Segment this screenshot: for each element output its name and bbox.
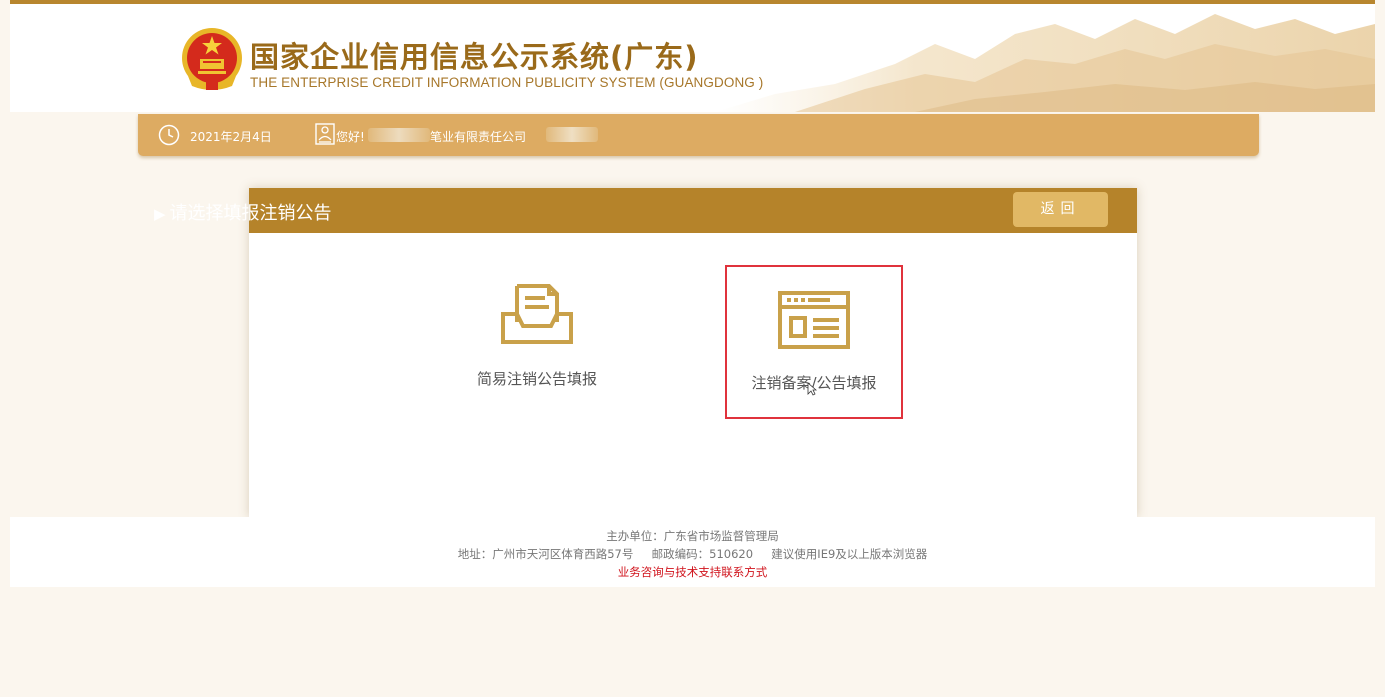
info-bar: 2021年2月4日 您好! 笔业有限责任公司 bbox=[138, 114, 1259, 156]
notice-board-icon bbox=[778, 291, 850, 349]
current-date: 2021年2月4日 bbox=[190, 130, 272, 144]
site-title: 国家企业信用信息公示系统(广东) bbox=[250, 40, 699, 74]
panel-header: 返回 bbox=[249, 188, 1137, 233]
site-footer: 主办单位：广东省市场监督管理局 地址：广州市天河区体育西路57号 邮政编码：51… bbox=[10, 517, 1375, 587]
notice-selection-panel: 返回 简易注销公告填报 注销备案/公告填报 bbox=[249, 188, 1137, 517]
national-emblem-icon bbox=[182, 28, 242, 90]
back-button[interactable]: 返回 bbox=[1013, 192, 1108, 227]
footer-sponsor: 主办单位：广东省市场监督管理局 bbox=[606, 529, 779, 543]
site-subtitle: THE ENTERPRISE CREDIT INFORMATION PUBLIC… bbox=[250, 75, 764, 90]
redacted-user-name bbox=[546, 127, 598, 142]
simple-deregistration-label: 简易注销公告填报 bbox=[476, 370, 597, 388]
mouse-cursor-icon bbox=[807, 382, 817, 396]
inbox-tray-icon bbox=[501, 284, 573, 344]
panel-title-text: 请选择填报注销公告 bbox=[169, 203, 332, 224]
clock-icon bbox=[158, 124, 180, 146]
footer-address: 地址：广州市天河区体育西路57号 邮政编码：510620 建议使用IE9及以上版… bbox=[457, 547, 928, 561]
footer-contact-link[interactable]: 业务咨询与技术支持联系方式 bbox=[10, 563, 1375, 581]
company-name-suffix: 笔业有限责任公司 bbox=[430, 130, 527, 144]
mountain-landscape-decoration bbox=[715, 14, 1375, 112]
greeting-text: 您好! bbox=[336, 130, 365, 144]
redacted-company-name bbox=[368, 128, 430, 142]
simple-deregistration-option[interactable]: 简易注销公告填报 bbox=[457, 278, 617, 398]
user-badge-icon bbox=[315, 123, 335, 145]
play-arrow-icon: ▶ bbox=[154, 205, 166, 223]
site-header: 国家企业信用信息公示系统(广东) THE ENTERPRISE CREDIT I… bbox=[10, 4, 1375, 112]
panel-title: ▶ 请选择填报注销公告 bbox=[154, 199, 332, 225]
